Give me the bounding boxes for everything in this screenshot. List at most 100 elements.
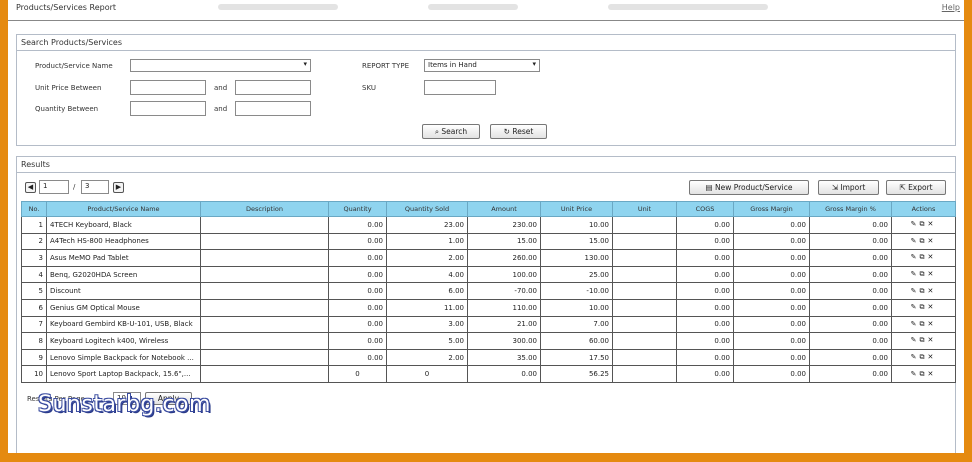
search-icon: ⌕ <box>434 127 440 136</box>
col-quantity-sold-header[interactable]: Quantity Sold <box>386 201 468 217</box>
delete-icon[interactable]: ✕ <box>928 270 937 278</box>
col-gross-margin-header[interactable]: Gross Margin <box>733 201 810 217</box>
row-actions: ✎⧉✕ <box>891 216 956 234</box>
delete-icon[interactable]: ✕ <box>928 220 937 228</box>
cell-desc <box>200 298 329 317</box>
cell-cogs: 0.00 <box>676 348 734 367</box>
cell-unit <box>612 282 677 300</box>
cell-amount: 35.00 <box>467 348 541 367</box>
col-name-header[interactable]: Product/Service Name <box>46 201 201 217</box>
cell-gm: 0.00 <box>733 249 810 267</box>
cell-sold: 1.00 <box>386 232 468 251</box>
export-button-label: Export <box>908 183 933 192</box>
quantity-max-input[interactable] <box>235 101 311 116</box>
col-gross-margin-pct-header[interactable]: Gross Margin % <box>809 201 892 217</box>
table-row: 9 Lenovo Simple Backpack for Notebook ...… <box>21 348 956 367</box>
col-unit-header[interactable]: Unit <box>612 201 677 217</box>
product-name-select[interactable]: ▾ <box>130 59 311 72</box>
copy-icon[interactable]: ⧉ <box>920 220 928 228</box>
cell-gmp: 0.00 <box>809 332 892 350</box>
page-separator: / <box>73 183 76 191</box>
col-quantity-header[interactable]: Quantity <box>328 201 387 217</box>
delete-icon[interactable]: ✕ <box>928 287 937 295</box>
unit-price-min-input[interactable] <box>130 80 206 95</box>
cell-unit <box>612 298 677 317</box>
cell-name: Discount <box>46 282 201 300</box>
col-amount-header[interactable]: Amount <box>467 201 541 217</box>
col-actions-header: Actions <box>891 201 956 217</box>
row-actions: ✎⧉✕ <box>891 298 956 317</box>
table-header-row: No. Product/Service Name Description Quanti… <box>21 201 956 217</box>
report-type-select[interactable]: Items in Hand ▾ <box>424 59 540 72</box>
table-row: 8 Keyboard Logitech k400, Wireless 0.00 5.0… <box>21 332 956 350</box>
new-product-button[interactable]: ▤ New Product/Service <box>689 180 809 195</box>
cell-gm: 0.00 <box>733 282 810 300</box>
copy-icon[interactable]: ⧉ <box>920 303 928 311</box>
col-cogs-header[interactable]: COGS <box>676 201 734 217</box>
reset-button[interactable]: ↻ Reset <box>490 124 547 139</box>
cell-cogs: 0.00 <box>676 298 734 317</box>
copy-icon[interactable]: ⧉ <box>920 253 928 261</box>
edit-icon[interactable]: ✎ <box>911 370 920 378</box>
delete-icon[interactable]: ✕ <box>928 237 937 245</box>
quantity-min-input[interactable] <box>130 101 206 116</box>
cell-price: 15.00 <box>540 232 613 251</box>
edit-icon[interactable]: ✎ <box>911 303 920 311</box>
cell-cogs: 0.00 <box>676 265 734 284</box>
cell-cogs: 0.00 <box>676 216 734 234</box>
delete-icon[interactable]: ✕ <box>928 303 937 311</box>
copy-icon[interactable]: ⧉ <box>920 336 928 344</box>
delete-icon[interactable]: ✕ <box>928 253 937 261</box>
edit-icon[interactable]: ✎ <box>911 353 920 361</box>
delete-icon[interactable]: ✕ <box>928 353 937 361</box>
cell-price: 130.00 <box>540 249 613 267</box>
edit-icon[interactable]: ✎ <box>911 320 920 328</box>
delete-icon[interactable]: ✕ <box>928 320 937 328</box>
copy-icon[interactable]: ⧉ <box>920 353 928 361</box>
quantity-label: Quantity Between <box>35 105 99 113</box>
delete-icon[interactable]: ✕ <box>928 336 937 344</box>
cell-price: -10.00 <box>540 282 613 300</box>
cell-qty: 0.00 <box>328 249 387 267</box>
next-page-icon[interactable]: ▶ <box>113 182 124 193</box>
cell-gmp: 0.00 <box>809 298 892 317</box>
edit-icon[interactable]: ✎ <box>911 287 920 295</box>
cell-cogs: 0.00 <box>676 315 734 334</box>
prev-page-icon[interactable]: ◀ <box>25 182 36 193</box>
cell-no: 10 <box>21 365 47 383</box>
cell-cogs: 0.00 <box>676 332 734 350</box>
export-button[interactable]: ⇱ Export <box>886 180 946 195</box>
col-unit-price-header[interactable]: Unit Price <box>540 201 613 217</box>
copy-icon[interactable]: ⧉ <box>920 320 928 328</box>
table-row: 1 4TECH Keyboard, Black 0.00 23.00 230.00 10.… <box>21 216 956 234</box>
and-label: and <box>214 105 228 113</box>
cell-unit <box>612 332 677 350</box>
col-description-header[interactable]: Description <box>200 201 329 217</box>
cell-unit <box>612 249 677 267</box>
edit-icon[interactable]: ✎ <box>911 270 920 278</box>
cell-desc <box>200 232 329 251</box>
row-actions: ✎⧉✕ <box>891 332 956 350</box>
search-panel-title: Search Products/Services <box>21 38 122 47</box>
new-icon: ▤ <box>705 183 713 192</box>
col-no-header[interactable]: No. <box>21 201 47 217</box>
copy-icon[interactable]: ⧉ <box>920 287 928 295</box>
cell-gm: 0.00 <box>733 265 810 284</box>
edit-icon[interactable]: ✎ <box>911 253 920 261</box>
delete-icon[interactable]: ✕ <box>928 370 937 378</box>
help-link[interactable]: Help <box>942 3 960 12</box>
import-button[interactable]: ⇲ Import <box>818 180 879 195</box>
copy-icon[interactable]: ⧉ <box>920 237 928 245</box>
edit-icon[interactable]: ✎ <box>911 336 920 344</box>
unit-price-max-input[interactable] <box>235 80 311 95</box>
edit-icon[interactable]: ✎ <box>911 220 920 228</box>
edit-icon[interactable]: ✎ <box>911 237 920 245</box>
sku-input[interactable] <box>424 80 496 95</box>
copy-icon[interactable]: ⧉ <box>920 370 928 378</box>
copy-icon[interactable]: ⧉ <box>920 270 928 278</box>
cell-no: 5 <box>21 282 47 300</box>
search-button[interactable]: ⌕ Search <box>422 124 480 139</box>
table-row: 10 Lenovo Sport Laptop Backpack, 15.6",..… <box>21 365 956 383</box>
row-actions: ✎⧉✕ <box>891 249 956 267</box>
page-input[interactable]: 1 <box>39 180 69 194</box>
